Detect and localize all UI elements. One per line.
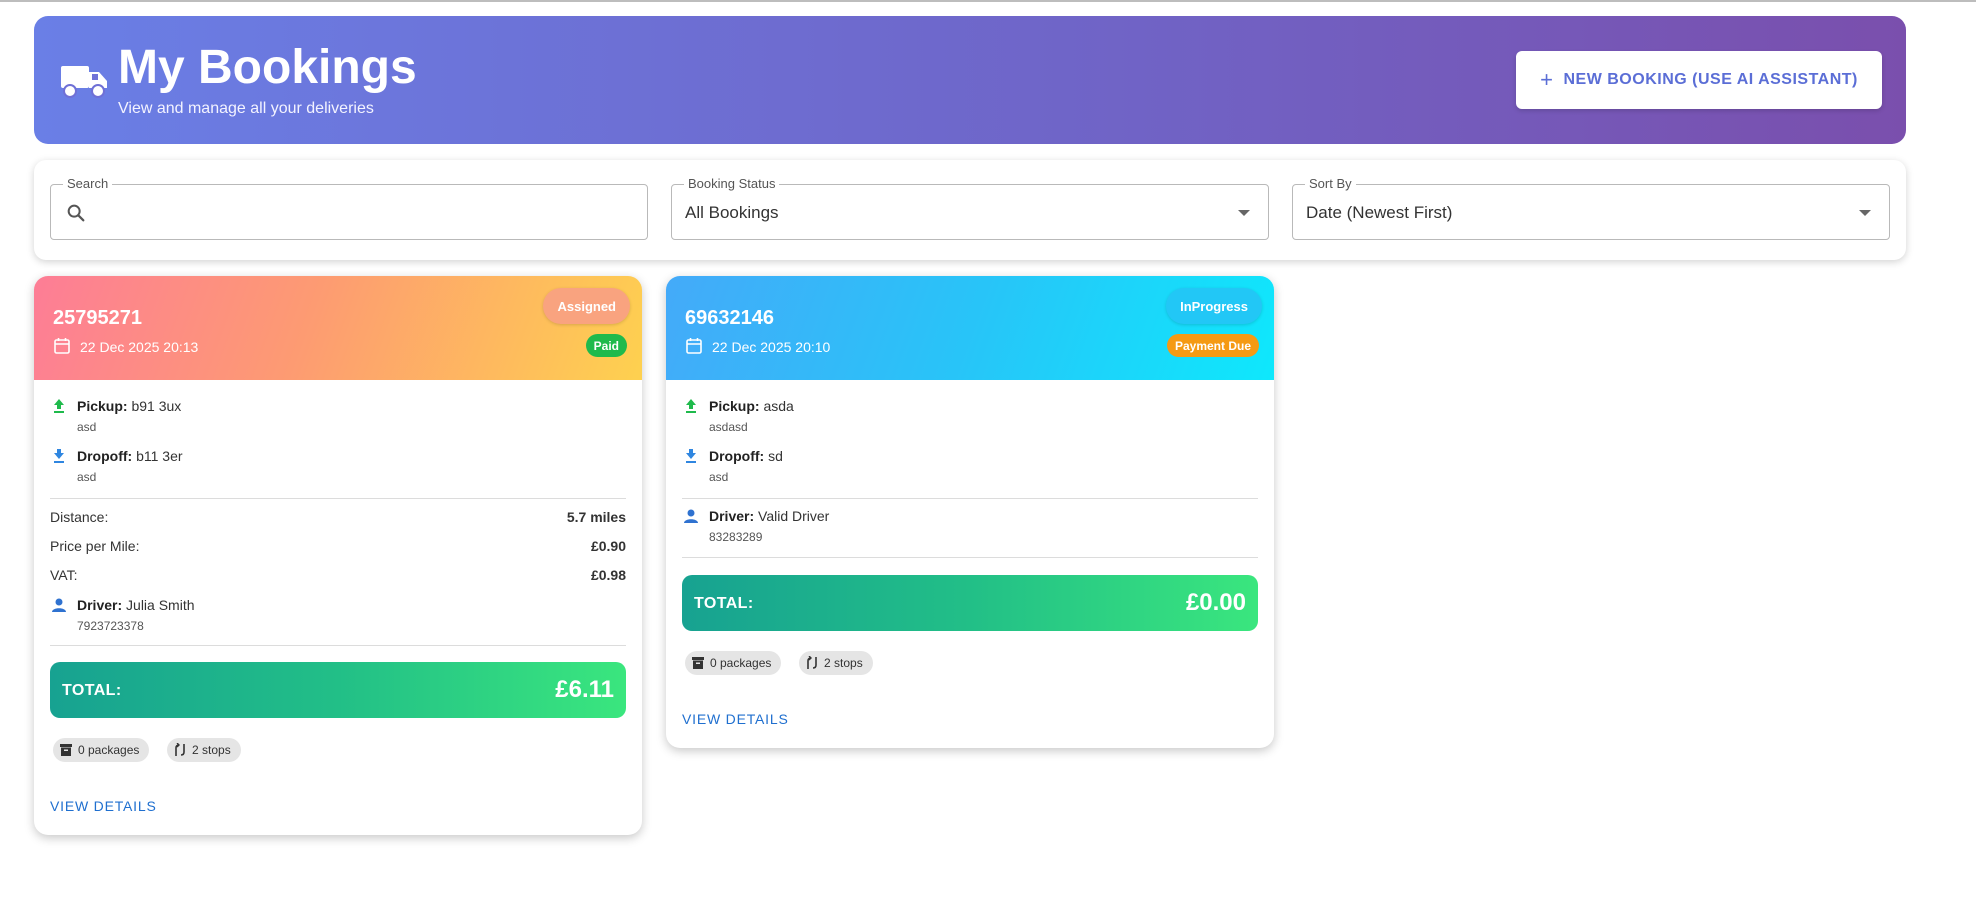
filter-bar: Search Booking Status All Bookings Sort … xyxy=(34,160,1906,260)
search-field[interactable]: Search xyxy=(50,176,648,240)
total-bar: TOTAL: £0.00 xyxy=(682,575,1258,631)
route-icon xyxy=(807,656,817,669)
status-badge: InProgress xyxy=(1166,288,1262,324)
stops-count: 2 stops xyxy=(192,743,231,757)
driver-phone: 7923723378 xyxy=(77,619,144,633)
truck-icon xyxy=(61,66,107,98)
booking-date: 22 Dec 2025 20:13 xyxy=(80,339,199,355)
driver-label: Driver: xyxy=(77,597,123,613)
sort-by-label: Sort By xyxy=(1305,176,1356,192)
booking-id: 69632146 xyxy=(685,307,774,329)
stops-chip: 2 stops xyxy=(167,738,241,762)
sort-by-value: Date (Newest First) xyxy=(1306,203,1453,222)
total-label: TOTAL: xyxy=(694,595,754,612)
stops-chip: 2 stops xyxy=(799,651,873,675)
pickup-note: asdasd xyxy=(709,420,748,434)
driver-name: Valid Driver xyxy=(758,508,830,524)
new-booking-button[interactable]: + NEW BOOKING (USE AI ASSISTANT) xyxy=(1516,51,1882,109)
page-subtitle: View and manage all your deliveries xyxy=(118,100,374,117)
total-bar: TOTAL: £6.11 xyxy=(50,662,626,718)
driver-label: Driver: xyxy=(709,508,755,524)
booking-card-header: 25795271 22 Dec 2025 20:13 Assigned Paid xyxy=(34,276,642,380)
driver-phone: 83283289 xyxy=(709,530,763,544)
driver-line: Driver: Valid Driver xyxy=(709,507,829,525)
view-details-link[interactable]: VIEW DETAILS xyxy=(50,798,157,814)
search-icon xyxy=(67,204,85,222)
booking-id: 25795271 xyxy=(53,307,142,329)
payment-badge: Paid xyxy=(585,334,627,357)
download-icon xyxy=(686,449,696,463)
dropoff-line: Dropoff: b11 3er xyxy=(77,447,183,465)
packages-chip: 0 packages xyxy=(53,738,150,762)
person-icon xyxy=(52,598,66,612)
pickup-line: Pickup: asda xyxy=(709,397,794,415)
chevron-down-icon xyxy=(1859,210,1871,216)
dropoff-note: asd xyxy=(77,470,97,484)
stops-count: 2 stops xyxy=(824,656,863,670)
download-icon xyxy=(54,449,64,463)
search-input[interactable] xyxy=(95,193,635,231)
search-label: Search xyxy=(63,176,113,192)
vat-label: VAT: xyxy=(50,567,78,583)
divider xyxy=(50,498,626,499)
top-border xyxy=(0,0,1976,2)
booking-card-header: 69632146 22 Dec 2025 20:10 InProgress Pa… xyxy=(666,276,1274,380)
payment-badge: Payment Due xyxy=(1166,334,1259,357)
dropoff-value: b11 3er xyxy=(136,448,183,464)
booking-status-select[interactable]: Booking Status All Bookings xyxy=(671,176,1269,240)
dropoff-label: Dropoff: xyxy=(709,448,765,464)
route-icon xyxy=(175,743,185,756)
pickup-label: Pickup: xyxy=(709,398,760,414)
pickup-value: b91 3ux xyxy=(131,398,182,414)
pickup-label: Pickup: xyxy=(77,398,128,414)
booking-card[interactable]: 69632146 22 Dec 2025 20:10 InProgress Pa… xyxy=(666,276,1274,748)
upload-icon xyxy=(54,399,64,413)
divider xyxy=(682,498,1258,499)
divider xyxy=(682,557,1258,558)
sort-by-select[interactable]: Sort By Date (Newest First) xyxy=(1292,176,1890,240)
dropoff-line: Dropoff: sd xyxy=(709,447,783,465)
booking-status-label: Booking Status xyxy=(684,176,780,192)
price-per-mile-value: £0.90 xyxy=(590,538,626,554)
driver-name: Julia Smith xyxy=(126,597,195,613)
status-badge: Assigned xyxy=(543,288,630,324)
distance-label: Distance: xyxy=(50,509,109,525)
dropoff-value: sd xyxy=(768,448,783,464)
booking-date: 22 Dec 2025 20:10 xyxy=(712,339,831,355)
page-header: My Bookings View and manage all your del… xyxy=(34,16,1906,144)
plus-icon: + xyxy=(1540,67,1554,92)
price-per-mile-label: Price per Mile: xyxy=(50,538,140,554)
booking-status-value: All Bookings xyxy=(685,203,779,222)
divider xyxy=(50,645,626,646)
packages-chip: 0 packages xyxy=(685,651,782,675)
view-details-link[interactable]: VIEW DETAILS xyxy=(682,711,789,727)
archive-icon xyxy=(60,744,72,756)
total-value: £0.00 xyxy=(1185,589,1246,616)
total-label: TOTAL: xyxy=(62,682,122,699)
dropoff-note: asd xyxy=(709,470,729,484)
booking-card[interactable]: 25795271 22 Dec 2025 20:13 Assigned Paid… xyxy=(34,276,642,835)
packages-count: 0 packages xyxy=(710,656,772,670)
page-title: My Bookings xyxy=(118,41,417,94)
new-booking-label: NEW BOOKING (USE AI ASSISTANT) xyxy=(1563,71,1858,88)
archive-icon xyxy=(692,657,704,669)
calendar-icon xyxy=(54,338,70,354)
vat-value: £0.98 xyxy=(590,567,626,583)
upload-icon xyxy=(686,399,696,413)
driver-line: Driver: Julia Smith xyxy=(77,596,195,614)
dropoff-label: Dropoff: xyxy=(77,448,133,464)
pickup-line: Pickup: b91 3ux xyxy=(77,397,181,415)
distance-value: 5.7 miles xyxy=(566,509,626,525)
person-icon xyxy=(684,509,698,523)
total-value: £6.11 xyxy=(555,676,614,703)
packages-count: 0 packages xyxy=(78,743,140,757)
chevron-down-icon xyxy=(1238,210,1250,216)
pickup-value: asda xyxy=(763,398,794,414)
calendar-icon xyxy=(686,338,702,354)
pickup-note: asd xyxy=(77,420,97,434)
